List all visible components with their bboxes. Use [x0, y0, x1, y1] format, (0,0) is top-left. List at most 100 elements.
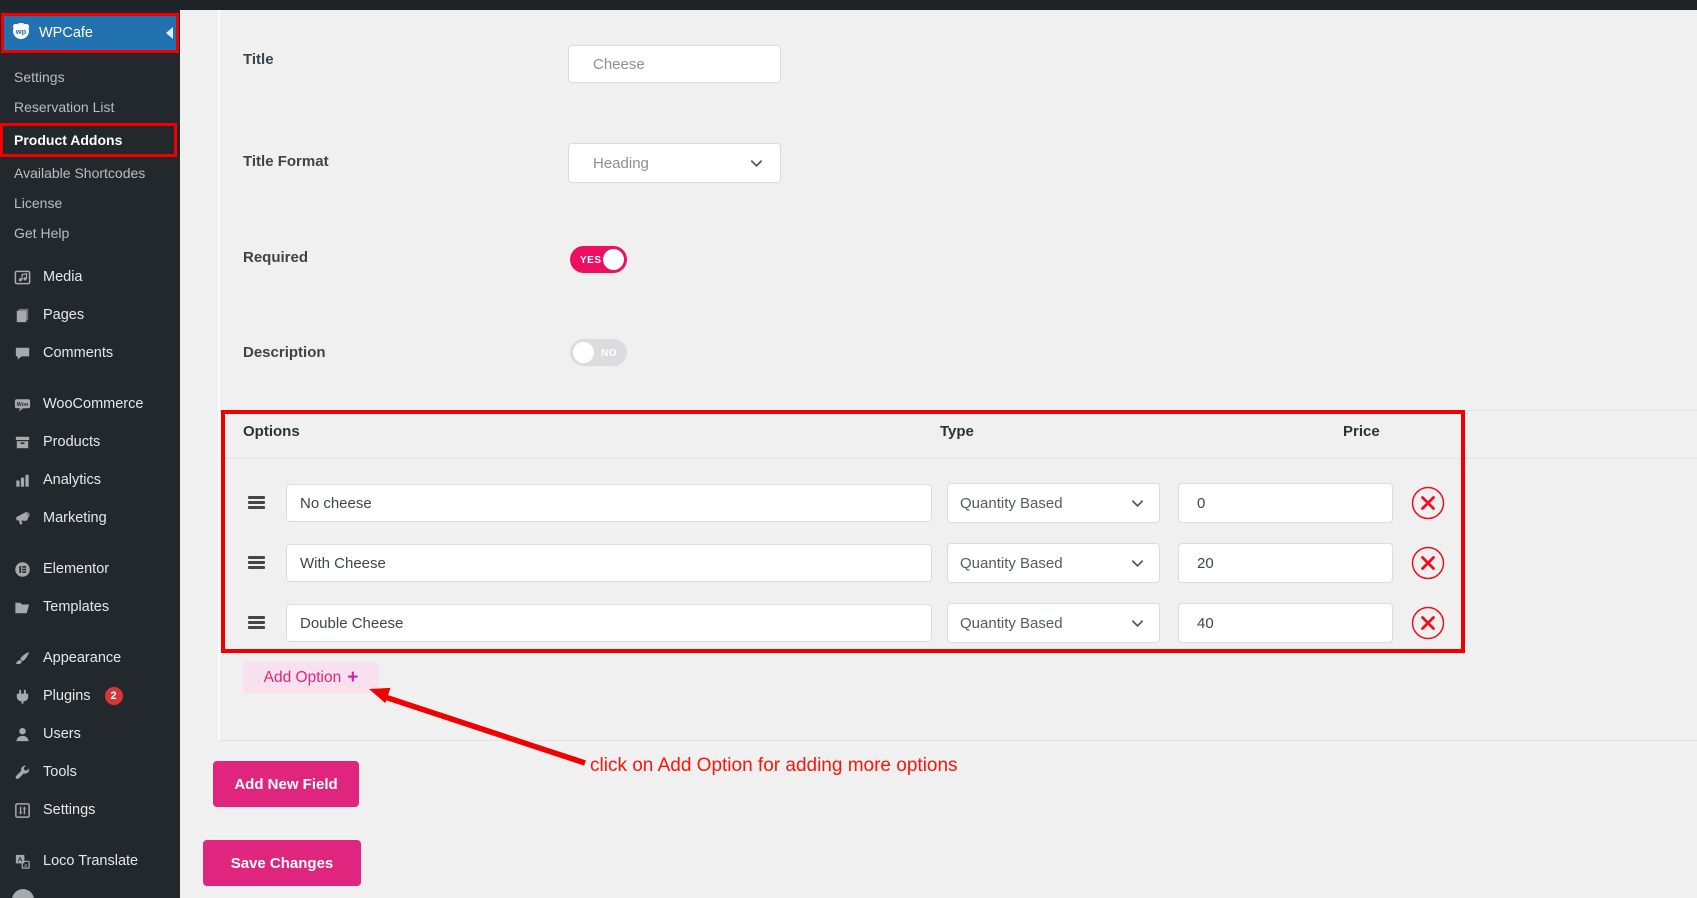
- toggle-knob: [603, 249, 624, 270]
- delete-x-icon: [1411, 486, 1445, 520]
- add-new-field-button[interactable]: Add New Field: [213, 761, 359, 807]
- section-bottom-divider: [219, 740, 1697, 741]
- sidebar-item-media[interactable]: Media: [0, 258, 180, 296]
- loco-translate-icon: Aa: [12, 851, 32, 871]
- delete-option-button[interactable]: [1411, 606, 1445, 640]
- required-toggle-state: YES: [580, 255, 602, 266]
- sidebar-bottom-partial-icon: [12, 889, 34, 898]
- option-price-input[interactable]: 40: [1178, 603, 1393, 643]
- delete-option-button[interactable]: [1411, 546, 1445, 580]
- sidebar-item-woocommerce[interactable]: Woo WooCommerce: [0, 385, 180, 423]
- sidebar-item-label: Tools: [43, 764, 77, 780]
- chevron-down-icon: [1130, 616, 1145, 631]
- save-changes-button[interactable]: Save Changes: [203, 840, 361, 886]
- option-name-input[interactable]: No cheese: [286, 484, 932, 522]
- templates-icon: [12, 597, 32, 617]
- title-format-value: Heading: [593, 154, 649, 172]
- sidebar-item-plugins[interactable]: Plugins 2: [0, 677, 180, 715]
- sidebar-item-label: Templates: [43, 599, 110, 615]
- options-rows: No cheese Quantity Based 0 With Cheese Q…: [0, 483, 1697, 663]
- option-type-select[interactable]: Quantity Based: [947, 483, 1160, 523]
- description-toggle-state: NO: [601, 348, 617, 359]
- delete-x-icon: [1411, 546, 1445, 580]
- option-name-input[interactable]: With Cheese: [286, 544, 932, 582]
- sidebar-item-label: Pages: [43, 307, 85, 323]
- sidebar-item-product-addons[interactable]: Product Addons: [0, 123, 177, 157]
- sidebar-item-label: Users: [43, 726, 81, 742]
- option-type-select[interactable]: Quantity Based: [947, 543, 1160, 583]
- title-input-value: Cheese: [593, 55, 645, 73]
- wpcafe-menu-title: WPCafe: [39, 25, 93, 41]
- option-row: No cheese Quantity Based 0: [0, 483, 1697, 523]
- analytics-icon: [12, 470, 32, 490]
- sidebar-item-label: Settings: [43, 802, 96, 818]
- wp-admin-menu: Media Pages Comments Woo WooCommerce Pro…: [0, 258, 180, 880]
- sidebar-item-loco-translate[interactable]: Aa Loco Translate: [0, 842, 180, 880]
- sidebar-item-label: Comments: [43, 345, 114, 361]
- sidebar-item-products[interactable]: Products: [0, 423, 180, 461]
- sidebar-item-label: License: [14, 195, 63, 211]
- sidebar-item-reservation-list[interactable]: Reservation List: [0, 92, 180, 122]
- sidebar-item-settings[interactable]: Settings: [0, 62, 180, 92]
- settings-icon: [12, 800, 32, 820]
- option-type-value: Quantity Based: [960, 614, 1063, 632]
- sidebar-item-label: Elementor: [43, 561, 110, 577]
- sidebar-item-users[interactable]: Users: [0, 715, 180, 753]
- option-price-input[interactable]: 20: [1178, 543, 1393, 583]
- users-icon: [12, 724, 32, 744]
- option-type-select[interactable]: Quantity Based: [947, 603, 1160, 643]
- title-input[interactable]: Cheese: [568, 45, 781, 83]
- sidebar-item-settings[interactable]: Settings: [0, 791, 180, 829]
- options-column-header: Options: [243, 423, 300, 440]
- option-price-value: 20: [1197, 554, 1214, 572]
- option-type-value: Quantity Based: [960, 494, 1063, 512]
- type-column-header: Type: [940, 423, 974, 440]
- description-toggle[interactable]: NO: [570, 339, 627, 366]
- wpcafe-submenu: Settings Reservation List Product Addons…: [0, 62, 180, 248]
- option-price-input[interactable]: 0: [1178, 483, 1393, 523]
- sidebar-item-get-help[interactable]: Get Help: [0, 218, 180, 248]
- annotation-text: click on Add Option for adding more opti…: [590, 755, 958, 776]
- wp-admin-sidebar: wp WPCafe Settings Reservation List Prod…: [0, 10, 180, 898]
- drag-handle-icon[interactable]: [248, 616, 265, 629]
- marketing-icon: [12, 508, 32, 528]
- sidebar-item-comments[interactable]: Comments: [0, 334, 180, 372]
- sidebar-item-analytics[interactable]: Analytics: [0, 461, 180, 499]
- options-header-divider: [219, 458, 1697, 459]
- wpcafe-product-addons-page: wp WPCafe Settings Reservation List Prod…: [0, 0, 1697, 898]
- media-icon: [12, 267, 32, 287]
- tools-icon: [12, 762, 32, 782]
- title-label: Title: [243, 51, 274, 68]
- sidebar-item-pages[interactable]: Pages: [0, 296, 180, 334]
- drag-handle-icon[interactable]: [248, 556, 265, 569]
- sidebar-item-label: Loco Translate: [43, 853, 139, 869]
- options-table-top-divider: [219, 410, 1697, 411]
- sidebar-item-tools[interactable]: Tools: [0, 753, 180, 791]
- option-price-value: 40: [1197, 614, 1214, 632]
- required-toggle[interactable]: YES: [570, 246, 627, 273]
- delete-x-icon: [1411, 606, 1445, 640]
- chevron-down-icon: [749, 156, 764, 171]
- sidebar-item-wpcafe[interactable]: wp WPCafe: [1, 13, 179, 53]
- appearance-icon: [12, 648, 32, 668]
- delete-option-button[interactable]: [1411, 486, 1445, 520]
- sidebar-item-appearance[interactable]: Appearance: [0, 639, 180, 677]
- sidebar-item-label: Product Addons: [14, 132, 123, 148]
- wpcafe-logo-icon: wp: [10, 20, 32, 47]
- sidebar-item-available-shortcodes[interactable]: Available Shortcodes: [0, 158, 180, 188]
- sidebar-item-label: Marketing: [43, 510, 107, 526]
- add-option-button[interactable]: Add Option +: [243, 662, 379, 693]
- sidebar-item-elementor[interactable]: Elementor: [0, 550, 180, 588]
- svg-text:wp: wp: [15, 26, 27, 35]
- sidebar-item-label: Products: [43, 434, 101, 450]
- title-format-select[interactable]: Heading: [568, 143, 781, 183]
- sidebar-item-templates[interactable]: Templates: [0, 588, 180, 626]
- sidebar-item-license[interactable]: License: [0, 188, 180, 218]
- plugins-icon: [12, 686, 32, 706]
- add-option-label: Add Option: [263, 668, 342, 686]
- option-name-value: With Cheese: [300, 554, 386, 572]
- option-name-input[interactable]: Double Cheese: [286, 604, 932, 642]
- option-name-value: Double Cheese: [300, 614, 404, 632]
- sidebar-item-marketing[interactable]: Marketing: [0, 499, 180, 537]
- drag-handle-icon[interactable]: [248, 496, 265, 509]
